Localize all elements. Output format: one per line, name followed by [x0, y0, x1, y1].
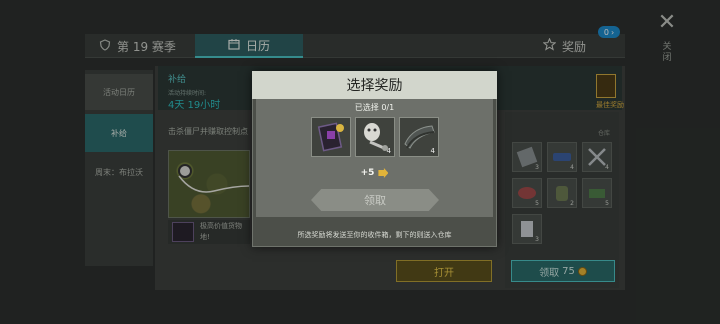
phone-case-icon — [312, 122, 350, 160]
option-count: 4 — [430, 147, 435, 155]
dialog-title: 选择奖励 — [346, 78, 403, 94]
reward-option[interactable] — [311, 117, 351, 157]
dialog-claim-button[interactable]: 领取 — [311, 189, 439, 211]
reward-option[interactable]: 4 — [355, 117, 395, 157]
option-count: 4 — [386, 147, 391, 155]
gold-arrow-icon — [378, 168, 389, 178]
selected-count: 已选择 0/1 — [354, 103, 395, 112]
bonus-value: +5 — [360, 168, 375, 178]
dialog-note: 所选奖励将发送至你的收件箱，剩下的则送入仓库 — [297, 231, 452, 239]
reward-option[interactable]: 4 — [399, 117, 439, 157]
bonus-row: +5 — [256, 168, 493, 178]
